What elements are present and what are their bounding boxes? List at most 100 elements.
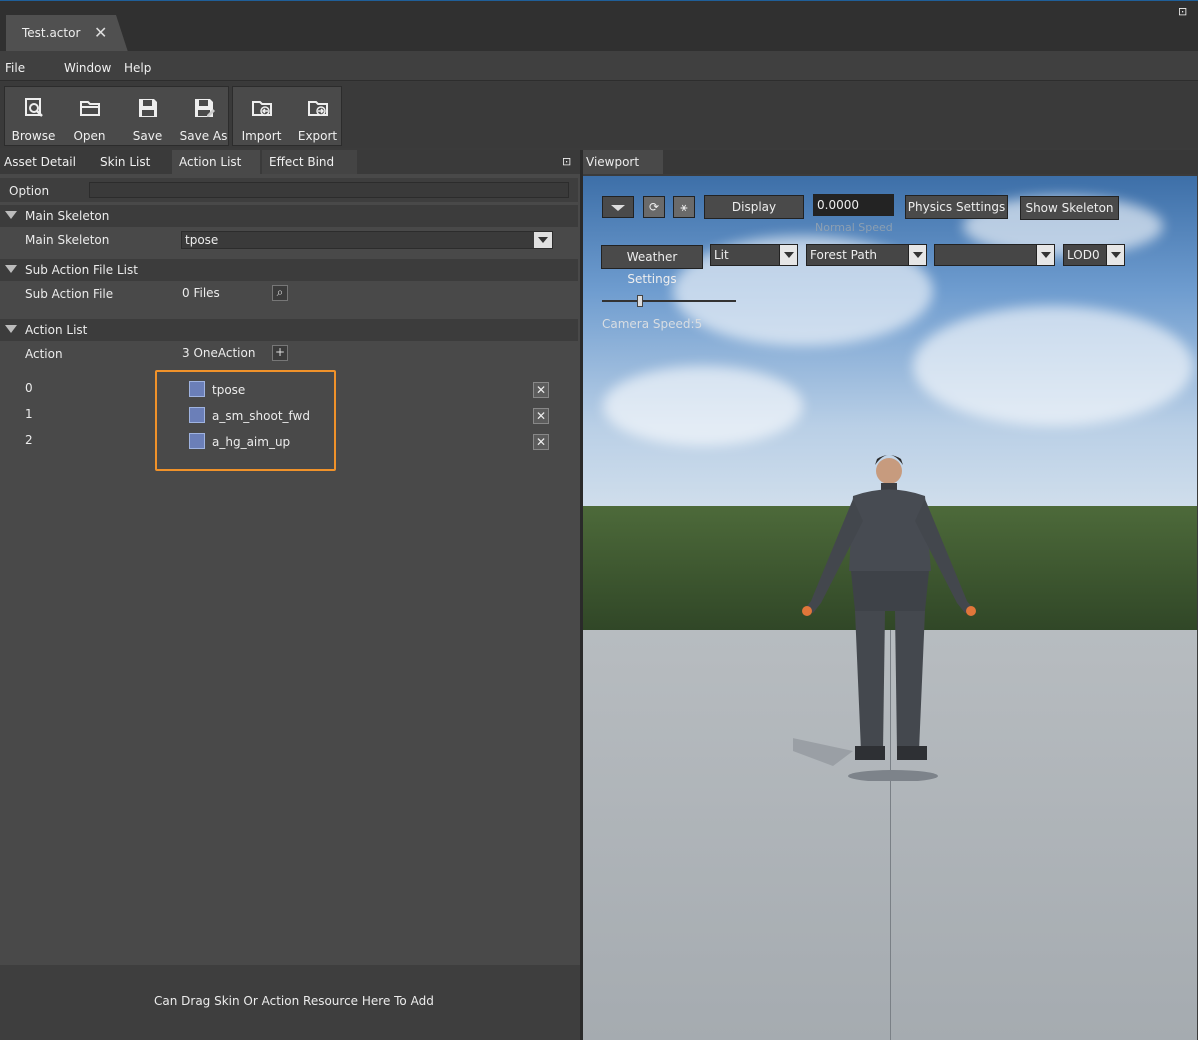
delete-icon[interactable]: ✕ — [533, 408, 549, 424]
extra-select[interactable] — [934, 244, 1055, 266]
sub-action-header: Sub Action File List — [25, 263, 138, 277]
scene-select[interactable]: Forest Path — [806, 244, 927, 266]
delete-icon[interactable]: ✕ — [533, 434, 549, 450]
menu-file[interactable]: File — [5, 61, 25, 75]
chevron-down-icon[interactable] — [534, 232, 552, 248]
folder-open-icon — [80, 101, 100, 116]
display-button[interactable]: Display — [704, 195, 804, 219]
save-label: Save — [132, 129, 163, 143]
close-icon[interactable]: ✕ — [94, 23, 107, 42]
import-icon — [252, 101, 272, 116]
menu-window[interactable]: Window — [64, 61, 111, 75]
sub-action-label: Sub Action File — [25, 287, 114, 301]
export-label: Export — [297, 129, 338, 143]
slider-thumb[interactable] — [636, 295, 643, 307]
search-icon[interactable]: ⌕ — [272, 285, 288, 301]
option-search-input[interactable] — [89, 182, 569, 198]
drop-hint-text: Can Drag Skin Or Action Resource Here To… — [154, 994, 434, 1008]
pin-icon[interactable]: ⊡ — [562, 150, 571, 174]
option-row: Option — [0, 178, 578, 202]
tab-asset-detail[interactable]: Asset Detail — [4, 150, 76, 174]
camera-speed-slider[interactable] — [602, 295, 736, 307]
action-list-section[interactable]: Action List — [0, 319, 578, 341]
collapse-arrow-icon[interactable] — [5, 211, 17, 219]
refresh-button[interactable]: ⟳ — [643, 196, 665, 218]
main-skeleton-header: Main Skeleton — [25, 209, 110, 223]
toolbar: Browse Open Save Save As Import Export — [0, 82, 1198, 148]
floppy-icon — [139, 99, 157, 117]
camera-speed-label: Camera Speed:5 — [602, 317, 703, 331]
collapse-arrow-icon[interactable] — [5, 265, 17, 273]
action-label: Action — [25, 347, 63, 361]
main-skeleton-value: tpose — [185, 233, 219, 247]
save-as-label: Save As — [179, 129, 228, 143]
physics-settings-button[interactable]: Physics Settings — [905, 195, 1008, 219]
lod-select[interactable]: LOD0 — [1063, 244, 1125, 266]
open-label: Open — [73, 129, 106, 143]
viewport-tab-label: Viewport — [586, 155, 640, 169]
highlight-frame — [155, 370, 336, 471]
save-as-button[interactable]: Save As — [175, 87, 232, 147]
browse-button[interactable]: Browse — [5, 87, 62, 147]
chevron-down-icon[interactable] — [1106, 245, 1124, 265]
character-model — [793, 455, 976, 781]
toolbar-io-group: Import Export — [232, 86, 342, 146]
asset-detail-panel: Option Main Skeleton Main Skeleton tpose… — [0, 174, 580, 1040]
tab-effect-bind[interactable]: Effect Bind — [262, 150, 357, 174]
time-value: 0.0000 — [817, 198, 859, 212]
skeleton-label: Show Skeleton — [1025, 201, 1114, 215]
skeleton-toggle-button[interactable]: ⚹ — [673, 196, 695, 218]
weather-label: Weather Settings — [626, 250, 678, 286]
title-bar: Test.actor ✕ — [0, 0, 1198, 52]
export-button[interactable]: Export — [289, 87, 346, 147]
save-button[interactable]: Save — [119, 87, 176, 147]
normal-speed-hint: Normal Speed — [815, 221, 893, 234]
viewport-canvas[interactable]: ⟳ ⚹ Display 0.0000 Normal Speed Physics … — [583, 176, 1197, 1040]
action-index: 1 — [25, 407, 33, 421]
weather-settings-button[interactable]: Weather Settings — [601, 245, 703, 286]
sub-action-section[interactable]: Sub Action File List — [0, 259, 578, 281]
option-label: Option — [9, 184, 50, 198]
browse-label: Browse — [11, 129, 56, 143]
add-icon[interactable]: + — [272, 345, 288, 361]
lod-value: LOD0 — [1067, 248, 1100, 262]
action-index: 2 — [25, 433, 33, 447]
main-skeleton-select[interactable]: tpose — [181, 231, 553, 249]
import-label: Import — [241, 129, 282, 143]
toolbar-file-group: Browse Open Save Save As — [4, 86, 229, 146]
chevron-down-icon[interactable] — [908, 245, 926, 265]
drop-zone[interactable]: Can Drag Skin Or Action Resource Here To… — [0, 965, 580, 1040]
pin-icon[interactable]: ⊡ — [1178, 0, 1187, 24]
view-menu-button[interactable] — [602, 196, 634, 218]
collapse-arrow-icon[interactable] — [5, 325, 17, 333]
main-skeleton-section[interactable]: Main Skeleton — [0, 205, 578, 227]
delete-icon[interactable]: ✕ — [533, 382, 549, 398]
time-input[interactable]: 0.0000 — [813, 194, 894, 216]
menu-help[interactable]: Help — [124, 61, 151, 75]
import-button[interactable]: Import — [233, 87, 290, 147]
light-mode-value: Lit — [714, 248, 729, 262]
action-list-header: Action List — [25, 323, 88, 337]
document-tab-label: Test.actor — [22, 26, 81, 40]
action-index: 0 — [25, 381, 33, 395]
action-count: 3 OneAction — [182, 346, 256, 360]
tab-skin-list[interactable]: Skin List — [100, 150, 150, 174]
chevron-down-icon[interactable] — [1036, 245, 1054, 265]
document-tab[interactable]: Test.actor ✕ — [6, 15, 128, 52]
viewport-tabbar: ⊡ — [583, 5, 1198, 174]
left-panel-tabs: Asset Detail Skin List Action List Effec… — [0, 150, 580, 174]
light-mode-select[interactable]: Lit — [710, 244, 798, 266]
main-skeleton-label: Main Skeleton — [25, 233, 110, 247]
physics-label: Physics Settings — [907, 200, 1006, 214]
open-button[interactable]: Open — [61, 87, 118, 147]
chevron-down-icon[interactable] — [779, 245, 797, 265]
floppy-edit-icon — [195, 99, 215, 117]
menu-bar: File Window Help — [0, 51, 1198, 81]
browse-icon — [25, 98, 43, 117]
show-skeleton-button[interactable]: Show Skeleton — [1020, 196, 1119, 220]
tab-action-list[interactable]: Action List — [172, 150, 260, 174]
refresh-icon: ⟳ — [648, 200, 660, 214]
export-icon — [308, 101, 328, 116]
tab-viewport[interactable]: Viewport — [583, 150, 663, 174]
display-label: Display — [731, 200, 777, 214]
